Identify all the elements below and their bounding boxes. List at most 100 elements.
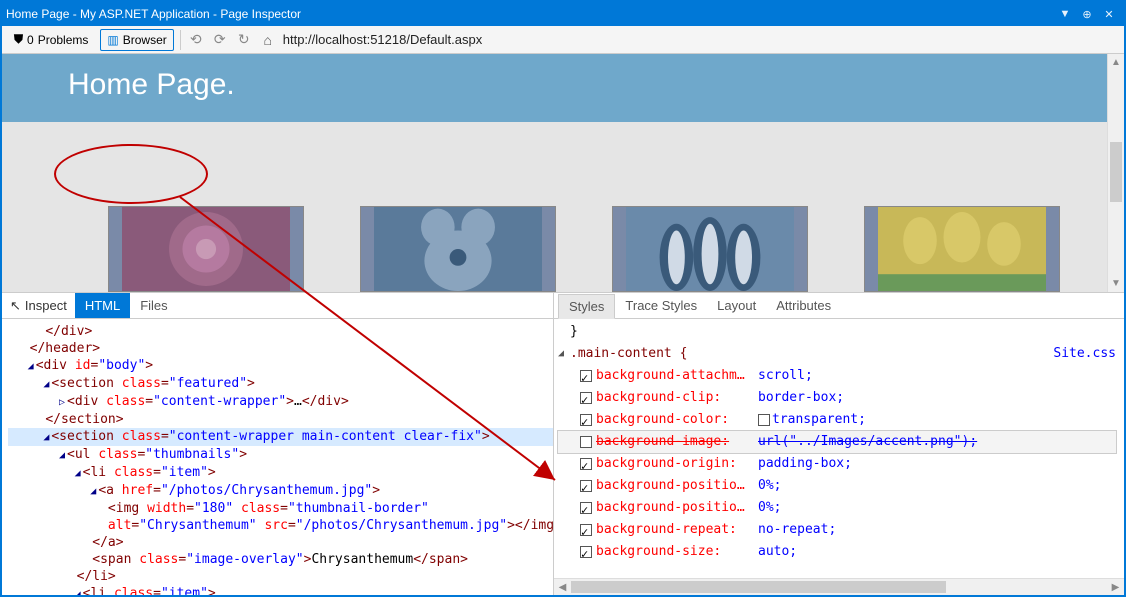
back-icon[interactable]: ⟲ [187,31,205,48]
cursor-icon: ↖ [10,298,21,314]
color-swatch [758,414,770,426]
collapse-icon[interactable]: ◢ [558,343,570,365]
home-icon[interactable]: ⌂ [259,32,277,48]
property-checkbox[interactable] [580,502,592,514]
property-checkbox[interactable] [580,524,592,536]
property-name: background-attachm… [596,365,754,387]
code-line[interactable]: <div id="body"> [8,357,553,375]
css-property-row[interactable]: background-size:auto; [558,541,1116,563]
code-line[interactable]: <a href="/photos/Chrysanthemum.jpg"> [8,482,553,500]
page-inspector-window: Home Page - My ASP.NET Application - Pag… [0,0,1126,597]
toolbar: ⛊ 0 Problems ▥ Browser ⟲ ⟳ ↻ ⌂ http://lo… [2,26,1124,54]
pin-icon[interactable]: ⊕ [1076,8,1098,21]
refresh-icon[interactable]: ↻ [235,31,253,48]
property-name: background-color: [596,409,754,431]
tab-trace-styles[interactable]: Trace Styles [615,293,707,318]
code-line[interactable]: <span class="image-overlay">Chrysanthemu… [8,551,553,568]
code-line[interactable]: alt="Chrysanthemum" src="/photos/Chrysan… [8,517,553,534]
css-property-row[interactable]: background-clip:border-box; [558,387,1116,409]
property-checkbox[interactable] [580,480,592,492]
problems-count: 0 [27,33,34,47]
property-name: background-repeat: [596,519,754,541]
property-value: transparent; [758,409,866,431]
code-tree[interactable]: </div> </header> <div id="body"> <sectio… [2,319,553,595]
thumbnail-3[interactable] [612,206,808,292]
css-property-row[interactable]: background-attachm…scroll; [558,365,1116,387]
thumbnail-4[interactable] [864,206,1060,292]
forward-icon[interactable]: ⟳ [211,31,229,48]
code-line[interactable]: </section> [8,411,553,428]
css-property-row[interactable]: background-image:url("../Images/accent.p… [557,430,1117,454]
tab-attributes[interactable]: Attributes [766,293,841,318]
preview-scrollbar[interactable]: ▲ ▼ [1107,54,1124,292]
inspect-label: Inspect [25,298,67,313]
preview-pane: Home Page. ▲ ▼ [2,54,1124,292]
scroll-left-icon[interactable]: ◀ [554,582,571,593]
property-name: background-size: [596,541,754,563]
tab-files[interactable]: Files [130,293,177,318]
rule-selector: .main-content { [570,343,687,365]
code-line[interactable]: <ul class="thumbnails"> [8,446,553,464]
property-checkbox[interactable] [580,370,592,382]
rule-header[interactable]: ◢ .main-content { Site.css [558,343,1116,365]
problems-button[interactable]: ⛊ 0 Problems [8,29,94,51]
code-line[interactable]: <img width="180" class="thumbnail-border… [8,500,553,517]
property-checkbox[interactable] [580,458,592,470]
code-line[interactable]: <li class="item"> [8,464,553,482]
check-icon: ⛊ [14,32,23,47]
tab-layout[interactable]: Layout [707,293,766,318]
thumbnail-1[interactable] [108,206,304,292]
banner-title: Home Page. [68,68,235,101]
property-checkbox[interactable] [580,414,592,426]
problems-label: Problems [38,33,89,47]
css-property-row[interactable]: background-positio…0%; [558,497,1116,519]
styles-h-scrollbar[interactable]: ◀ ▶ [554,578,1124,595]
property-checkbox[interactable] [580,392,592,404]
code-line[interactable]: <section class="content-wrapper main-con… [8,428,553,446]
code-line[interactable]: <section class="featured"> [8,375,553,393]
property-value: 0%; [758,475,781,497]
property-name: background-positio… [596,497,754,519]
property-checkbox[interactable] [580,436,592,448]
property-value: border-box; [758,387,844,409]
thumbnail-2[interactable] [360,206,556,292]
tab-html[interactable]: HTML [75,293,130,318]
property-value: no-repeat; [758,519,836,541]
rule-brace: } [558,321,1116,343]
scroll-up-icon[interactable]: ▲ [1108,54,1124,71]
h-scroll-thumb[interactable] [571,581,946,593]
scroll-down-icon[interactable]: ▼ [1108,275,1124,292]
preview-content[interactable]: Home Page. [2,54,1107,292]
scroll-right-icon[interactable]: ▶ [1107,582,1124,593]
property-name: background-image: [596,431,754,453]
css-property-row[interactable]: background-origin:padding-box; [558,453,1116,475]
close-icon[interactable]: ✕ [1098,8,1120,21]
left-tabs: ↖ Inspect HTML Files [2,293,553,319]
browser-button[interactable]: ▥ Browser [100,29,173,51]
window-title: Home Page - My ASP.NET Application - Pag… [6,7,1054,21]
property-name: background-positio… [596,475,754,497]
code-line[interactable]: <div class="content-wrapper">…</div> [8,393,553,411]
css-property-row[interactable]: background-repeat:no-repeat; [558,519,1116,541]
property-checkbox[interactable] [580,546,592,558]
code-line[interactable]: </li> [8,568,553,585]
code-line[interactable]: <li class="item"> [8,585,553,595]
thumbnail-row [108,206,1060,292]
browser-label: Browser [123,33,167,47]
inspector-area: ↖ Inspect HTML Files </div> </header> <d… [2,292,1124,595]
rule-source[interactable]: Site.css [1053,343,1116,365]
code-line[interactable]: </a> [8,534,553,551]
css-property-row[interactable]: background-positio…0%; [558,475,1116,497]
code-line[interactable]: </header> [8,340,553,357]
code-line[interactable]: </div> [8,323,553,340]
tab-styles[interactable]: Styles [558,294,615,319]
styles-list[interactable]: } ◢ .main-content { Site.css background-… [554,319,1124,578]
url-field[interactable]: http://localhost:51218/Default.aspx [283,32,482,47]
dropdown-icon[interactable]: ▼ [1054,8,1076,20]
scroll-thumb[interactable] [1110,142,1122,202]
css-property-row[interactable]: background-color:transparent; [558,409,1116,431]
property-value: url("../Images/accent.png"); [758,431,977,453]
property-value: 0%; [758,497,781,519]
property-name: background-clip: [596,387,754,409]
inspect-button[interactable]: ↖ Inspect [2,293,75,318]
